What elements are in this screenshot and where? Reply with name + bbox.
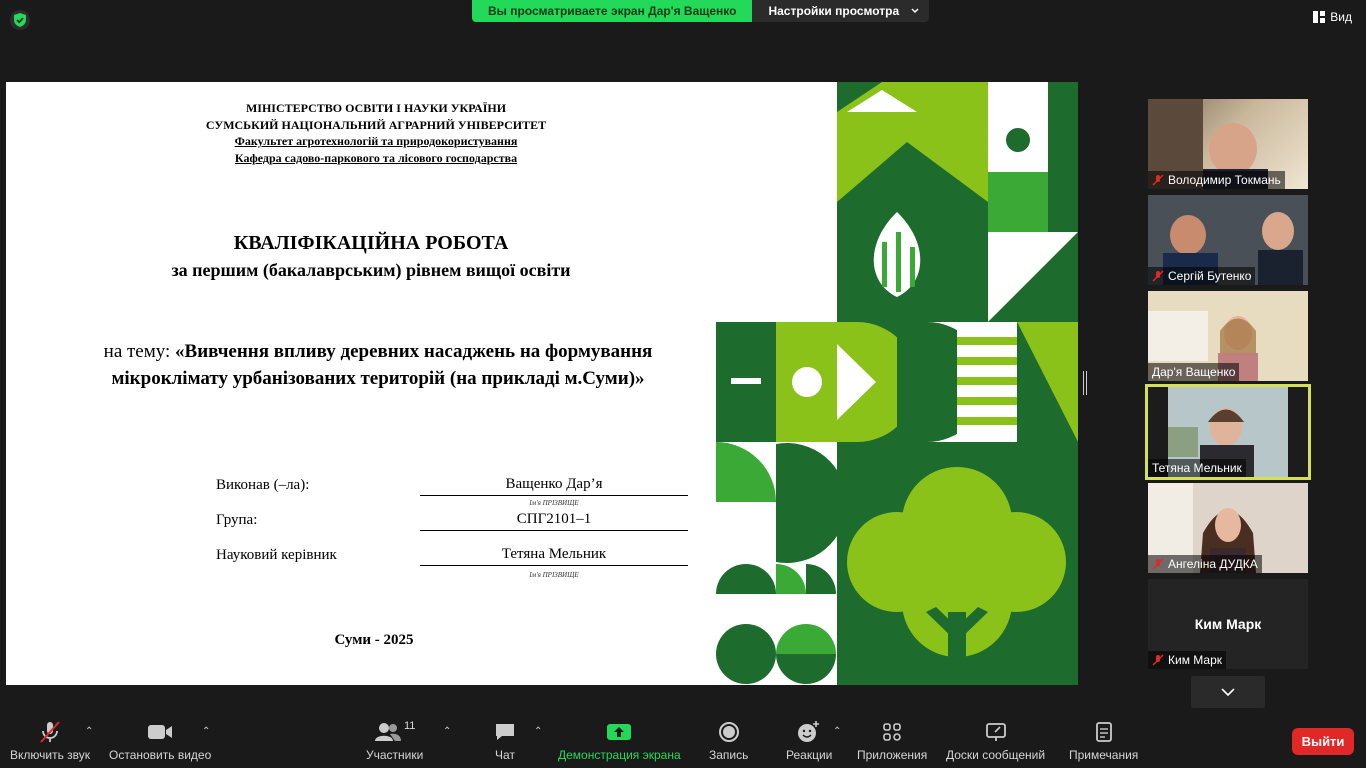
author-value: Ващенко Дар’я [420,476,688,496]
unmute-button[interactable]: Включить звук [10,720,90,762]
audio-options-caret[interactable]: ⌃ [85,726,93,737]
participant-name-label: Сергій Бутенко [1148,267,1256,285]
participant-tile[interactable]: Ангеліна ДУДКА [1148,483,1308,573]
chevron-down-icon [911,8,919,14]
city-year: Суми - 2025 [334,632,414,648]
participant-tile[interactable]: Володимир Токмань [1148,99,1308,189]
theme-prefix: на тему: [103,341,176,362]
theme-text: «Вивчення впливу деревних насаджень на ф… [111,341,653,389]
video-camera-icon [148,725,173,739]
leave-meeting-button[interactable]: Выйти [1292,728,1354,755]
faculty-line: Факультет агротехнологій та природокорис… [234,134,518,148]
participants-options-caret[interactable]: ⌃ [443,726,451,737]
view-options-button[interactable]: Настройки просмотра [752,0,930,22]
supervisor-value: Тетяна Мельник [420,546,688,566]
participant-name-label: Дар'я Ващенко [1148,363,1240,381]
apps-icon [883,723,901,741]
share-screen-icon [607,724,632,740]
ministry-line: МІНІСТЕРСТВО ОСВІТИ І НАУКИ УКРАЇНИ [245,101,507,115]
participant-tile[interactable]: Сергій Бутенко [1148,195,1308,285]
supervisor-label: Науковий керівник [216,547,337,563]
participant-name-label: Тетяна Мельник [1148,459,1246,477]
participant-name-label: Ким Марк [1148,651,1227,669]
supervisor-caption: Ім'я ПРІЗВИЩЕ [529,571,579,579]
chevron-down-icon [1221,688,1235,696]
decorative-leaf-pattern [716,82,1078,685]
author-label: Виконав (–ла): [216,477,310,493]
video-options-caret[interactable]: ⌃ [202,726,210,737]
top-bar: Вы просматриваете экран Дар'я Ващенко На… [0,0,1366,40]
chat-options-caret[interactable]: ⌃ [534,726,542,737]
department-line: Кафедра садово-паркового та лісового гос… [234,151,518,165]
grid-view-icon [1313,11,1326,23]
sharing-indicator: Вы просматриваете экран Дар'я Ващенко [472,0,753,22]
record-button[interactable]: Запись [709,720,748,762]
shared-screen: МІНІСТЕРСТВО ОСВІТИ І НАУКИ УКРАЇНИ СУМС… [6,82,1078,685]
title-page: МІНІСТЕРСТВО ОСВІТИ І НАУКИ УКРАЇНИ СУМС… [6,82,746,685]
participant-tile[interactable]: Дар'я Ващенко [1148,291,1308,381]
participant-tile-active-speaker[interactable]: Тетяна Мельник [1145,384,1311,480]
mic-muted-icon [40,721,60,743]
view-label: Вид [1330,10,1352,24]
reactions-button[interactable]: Реакции [786,720,832,762]
meeting-toolbar: Включить звук ⌃ Остановить видео ⌃ 11 Уч… [0,712,1366,768]
group-label: Група: [216,512,258,528]
group-value: СПГ2101–1 [420,511,688,531]
mic-muted-icon [1152,270,1164,282]
whiteboard-icon [985,723,1006,741]
mic-muted-icon [1152,174,1164,186]
mic-muted-icon [1152,558,1164,570]
record-icon [718,722,739,742]
thesis-theme: на тему: «Вивчення впливу деревних насад… [48,338,708,392]
mic-muted-icon [1152,654,1164,666]
participants-icon [374,723,401,741]
whiteboards-button[interactable]: Доски сообщений [946,720,1045,762]
university-line: СУМСЬКИЙ НАЦІОНАЛЬНИЙ АГРАРНИЙ УНІВЕРСИТ… [205,118,547,132]
security-shield-icon[interactable] [10,10,30,30]
participants-button[interactable]: 11 Участники [366,720,423,762]
participants-count: 11 [403,720,416,732]
participant-name-label: Ангеліна ДУДКА [1148,555,1262,573]
reactions-options-caret[interactable]: ⌃ [833,726,841,737]
chat-bubble-icon [496,724,514,740]
chat-button[interactable]: Чат [494,720,516,762]
share-screen-button[interactable]: Демонстрация экрана [558,720,681,762]
screen-share-banner: Вы просматриваете экран Дар'я Ващенко На… [472,0,930,22]
work-title: КВАЛІФІКАЦІЙНА РОБОТА [233,232,509,254]
author-caption: Ім'я ПРІЗВИЩЕ [529,499,579,507]
participant-tile[interactable]: Ким Марк Ким Марк [1148,579,1308,669]
participant-name-label: Володимир Токмань [1148,171,1285,189]
smiley-plus-icon [798,721,820,742]
view-button[interactable]: Вид [1313,10,1352,24]
notes-button[interactable]: Примечания [1069,720,1138,762]
notes-icon [1095,722,1112,742]
stop-video-button[interactable]: Остановить видео [109,720,211,762]
apps-button[interactable]: Приложения [857,720,927,762]
view-options-label: Настройки просмотра [768,4,900,18]
work-subtitle: за першим (бакалаврським) рівнем вищої о… [171,260,571,280]
next-page-button[interactable] [1191,676,1265,708]
panel-resize-handle[interactable] [1083,371,1087,395]
